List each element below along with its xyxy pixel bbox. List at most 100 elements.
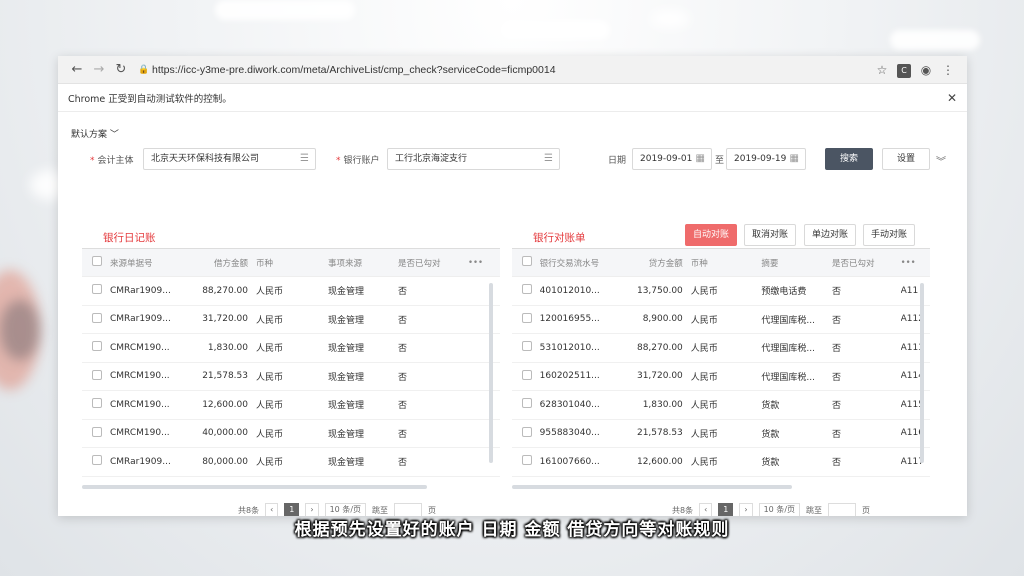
column-header[interactable]: •••	[468, 258, 498, 268]
table-row[interactable]: CMRar1909... 31,720.00 人民币 现金管理 否	[82, 306, 500, 334]
table-row[interactable]: CMRCM190... 1,830.00 人民币 现金管理 否	[82, 334, 500, 363]
table-cell: 现金管理	[328, 429, 365, 440]
table-cell: CMRar1909...	[110, 285, 171, 296]
table-cell: 21,578.53	[202, 371, 248, 382]
profile-icon[interactable]: ◉	[915, 63, 937, 77]
table-cell: 现金管理	[328, 344, 365, 355]
table-cell: 现金管理	[328, 287, 365, 298]
url-text: https://icc-y3me-pre.diwork.com/meta/Arc…	[152, 63, 556, 76]
manual-reconcile-button[interactable]: 手动对账	[863, 224, 915, 246]
row-checkbox[interactable]	[522, 284, 532, 295]
table-cell: A116	[900, 428, 924, 439]
cancel-reconcile-button[interactable]: 取消对账	[744, 224, 796, 246]
table-row[interactable]: 628301040... 1,830.00 人民币 货款 否 A115	[512, 391, 930, 420]
table-cell: 人民币	[256, 315, 284, 326]
chevron-down-icon: ﹀	[109, 130, 119, 140]
date-from-field[interactable]: 2019-09-01 ▦	[632, 148, 712, 170]
statement-title: 银行对账单	[533, 232, 586, 244]
table-cell: 161007660...	[539, 456, 600, 467]
table-cell: 31,720.00	[202, 314, 248, 325]
table-cell: 人民币	[690, 458, 718, 469]
statement-horizontal-scrollbar[interactable]	[512, 485, 792, 489]
forward-icon[interactable]: →	[88, 62, 110, 77]
date-label: 日期	[608, 156, 627, 166]
row-checkbox[interactable]	[92, 426, 102, 437]
close-icon[interactable]: ✕	[947, 91, 957, 105]
calendar-icon[interactable]: ▦	[696, 149, 705, 169]
table-cell: 人民币	[256, 372, 284, 383]
table-cell: 否	[831, 458, 841, 469]
table-cell: 否	[831, 429, 841, 440]
column-header[interactable]: •••	[901, 258, 930, 268]
row-checkbox[interactable]	[92, 455, 102, 466]
double-chevron-down-icon[interactable]: ︾	[936, 153, 946, 168]
table-cell: 现金管理	[328, 401, 365, 412]
background-blur	[650, 10, 690, 28]
row-checkbox[interactable]	[92, 312, 102, 323]
table-cell: 否	[831, 287, 841, 298]
table-cell: 否	[831, 315, 841, 326]
automation-infobar: Chrome 正受到自动测试软件的控制。 ✕	[58, 84, 967, 112]
row-checkbox[interactable]	[522, 398, 532, 409]
pager-total: 共8条	[672, 505, 694, 515]
row-checkbox[interactable]	[522, 341, 532, 352]
calendar-icon[interactable]: ▦	[790, 149, 799, 169]
journal-vertical-scrollbar[interactable]	[489, 283, 493, 463]
row-checkbox[interactable]	[522, 312, 532, 323]
statement-vertical-scrollbar[interactable]	[920, 283, 924, 463]
search-button[interactable]: 搜索	[825, 148, 873, 170]
row-checkbox[interactable]	[92, 284, 102, 295]
table-row[interactable]: CMRCM190... 12,600.00 人民币 现金管理 否	[82, 391, 500, 420]
menu-icon[interactable]: ⋮	[937, 63, 959, 77]
journal-horizontal-scrollbar[interactable]	[82, 485, 427, 489]
table-row[interactable]: 160202511... 31,720.00 人民币 代理国库税... 否 A114	[512, 363, 930, 391]
row-checkbox[interactable]	[92, 398, 102, 409]
address-bar[interactable]: 🔒 https://icc-y3me-pre.diwork.com/meta/A…	[138, 60, 865, 80]
table-cell: 人民币	[690, 429, 718, 440]
settings-button[interactable]: 设置	[882, 148, 930, 170]
column-header: 借方金额	[213, 258, 248, 269]
column-header: 是否已勾对	[398, 258, 441, 269]
row-checkbox[interactable]	[92, 369, 102, 380]
table-cell: 160202511...	[539, 371, 600, 382]
extension-icon[interactable]: C	[893, 62, 915, 78]
table-row[interactable]: 161007660... 12,600.00 人民币 货款 否 A117	[512, 448, 930, 477]
infobar-text: Chrome 正受到自动测试软件的控制。	[68, 93, 232, 105]
table-row[interactable]: CMRar1909... 80,000.00 人民币 现金管理 否	[82, 448, 500, 477]
unilateral-reconcile-button[interactable]: 单边对账	[804, 224, 856, 246]
list-icon[interactable]: ☰	[544, 149, 553, 169]
table-cell: 531012010...	[539, 342, 600, 353]
column-header: 摘要	[761, 258, 779, 269]
table-cell: 人民币	[256, 344, 284, 355]
table-cell: CMRCM190...	[110, 371, 170, 382]
entity-field[interactable]: 北京天天环保科技有限公司 ☰	[143, 148, 316, 170]
select-all-checkbox[interactable]	[92, 256, 102, 266]
scheme-selector[interactable]: 默认方案 ﹀	[71, 127, 119, 140]
table-cell: 否	[831, 372, 841, 383]
table-header: 来源单据号 借方金额 币种 事项来源 是否已勾对 •••	[82, 249, 500, 277]
table-row[interactable]: 955883040... 21,578.53 人民币 货款 否 A116	[512, 420, 930, 448]
bookmark-star-icon[interactable]: ☆	[871, 63, 893, 77]
table-cell: 人民币	[690, 344, 718, 355]
table-row[interactable]: CMRar1909... 88,270.00 人民币 现金管理 否	[82, 277, 500, 306]
list-icon[interactable]: ☰	[300, 149, 309, 169]
account-field[interactable]: 工行北京海淀支行 ☰	[387, 148, 560, 170]
table-row[interactable]: 120016955... 8,900.00 人民币 代理国库税... 否 A112	[512, 306, 930, 334]
row-checkbox[interactable]	[522, 369, 532, 380]
auto-reconcile-button[interactable]: 自动对账	[685, 224, 737, 246]
table-row[interactable]: 401012010... 13,750.00 人民币 预缴电话费 否 A11	[512, 277, 930, 306]
reload-icon[interactable]: ↻	[110, 62, 132, 77]
row-checkbox[interactable]	[522, 455, 532, 466]
table-row[interactable]: 531012010... 88,270.00 人民币 代理国库税... 否 A113	[512, 334, 930, 363]
table-row[interactable]: CMRCM190... 21,578.53 人民币 现金管理 否	[82, 363, 500, 391]
table-cell: 12,600.00	[202, 399, 248, 410]
row-checkbox[interactable]	[522, 426, 532, 437]
select-all-checkbox[interactable]	[522, 256, 532, 266]
table-cell: 人民币	[256, 429, 284, 440]
table-row[interactable]: CMRCM190... 40,000.00 人民币 现金管理 否	[82, 420, 500, 448]
row-checkbox[interactable]	[92, 341, 102, 352]
back-icon[interactable]: ←	[66, 62, 88, 77]
table-header: 银行交易流水号 贷方金额 币种 摘要 是否已勾对 •••	[512, 249, 930, 277]
jump-label: 跳至	[806, 505, 823, 515]
date-to-field[interactable]: 2019-09-19 ▦	[726, 148, 806, 170]
